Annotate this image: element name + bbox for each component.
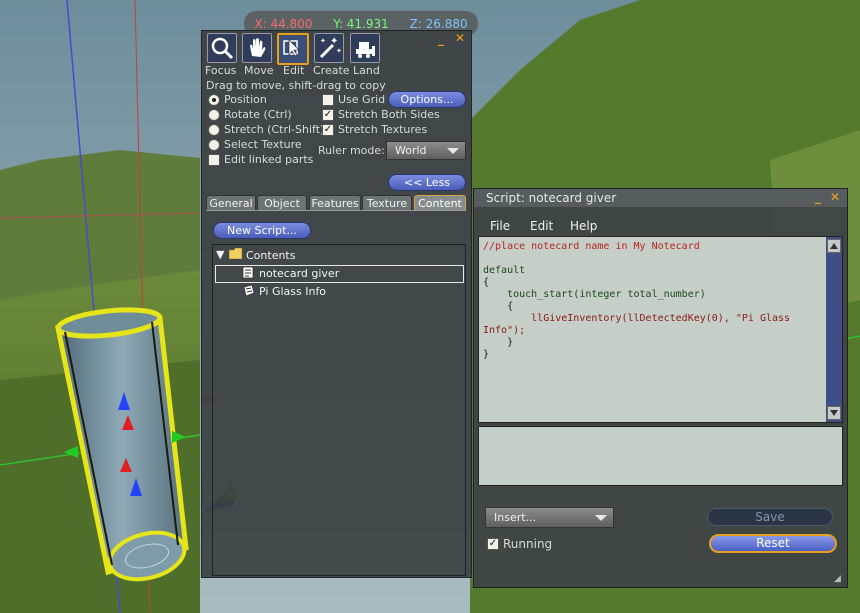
running-checkbox[interactable]: ✓	[487, 538, 499, 550]
edit-linked-checkbox[interactable]	[208, 154, 220, 166]
tab-texture[interactable]: Texture	[362, 195, 412, 211]
tool-move-button[interactable]	[242, 33, 272, 63]
notecard-icon	[242, 284, 255, 300]
script-icon	[242, 266, 255, 282]
stretch-both-checkbox[interactable]: ✓	[322, 109, 334, 121]
code-line-9: }	[483, 349, 490, 360]
ruler-mode-select[interactable]: World	[386, 141, 466, 160]
code-line-3: {	[483, 277, 490, 288]
tool-create-button[interactable]: ✦ ✦ ✦	[314, 33, 344, 63]
insert-select[interactable]: Insert...	[485, 507, 614, 528]
code-line-7: Info");	[483, 325, 526, 336]
magnifier-icon	[211, 37, 234, 60]
svg-text:✦: ✦	[320, 37, 326, 45]
stretch-textures-checkbox[interactable]: ✓	[322, 124, 334, 136]
script-error-output	[478, 426, 843, 486]
close-icon[interactable]: ✕	[455, 31, 465, 45]
code-line-8: }	[483, 337, 514, 348]
code-line-6: llGiveInventory(llDetectedKey(0), "Pi Gl…	[483, 313, 791, 324]
mode-rotate-radio[interactable]	[208, 109, 220, 121]
minimize-icon[interactable]: _	[815, 190, 821, 204]
mode-position-label: Position	[224, 93, 267, 106]
menu-file[interactable]: File	[490, 219, 510, 233]
ruler-mode-label: Ruler mode:	[318, 144, 385, 157]
tab-content[interactable]: Content	[414, 195, 466, 211]
tab-object[interactable]: Object	[257, 195, 307, 211]
coord-y: Y: 41.931	[333, 16, 389, 31]
chevron-down-icon	[447, 148, 459, 154]
options-button[interactable]: Options...	[388, 91, 466, 108]
tool-focus-label: Focus	[205, 64, 237, 77]
script-editor-window: Script: notecard giver _ ✕ File Edit Hel…	[473, 188, 848, 588]
bulldozer-icon	[356, 42, 375, 58]
svg-text:✦: ✦	[336, 47, 342, 55]
chevron-down-icon	[595, 515, 607, 521]
less-button[interactable]: << Less	[388, 174, 466, 191]
mode-stretch-radio[interactable]	[208, 124, 220, 136]
expand-triangle-icon[interactable]: ▼	[216, 248, 224, 261]
script-title-bar[interactable]: Script: notecard giver	[474, 189, 847, 207]
tool-edit-button[interactable]	[277, 33, 309, 65]
build-tools-panel: _ ✕ ✦ ✦ ✦ Focus Move Edit Create Land Dr…	[201, 30, 472, 578]
code-line-4: touch_start(integer total_number)	[483, 289, 706, 300]
script-title: Script: notecard giver	[486, 191, 617, 205]
insert-select-value: Insert...	[494, 511, 537, 524]
ruler-mode-value: World	[395, 144, 427, 157]
resize-grip-icon[interactable]: ◢	[834, 574, 841, 584]
hand-icon	[250, 38, 266, 57]
tool-move-label: Move	[244, 64, 274, 77]
tab-features[interactable]: Features	[309, 195, 361, 211]
script-code-editor[interactable]: //place notecard name in My Notecard def…	[478, 236, 843, 423]
mode-select-texture-radio[interactable]	[208, 139, 220, 151]
reset-button[interactable]: Reset	[709, 534, 837, 553]
magic-wand-icon: ✦ ✦ ✦	[319, 36, 342, 59]
tool-land-label: Land	[353, 64, 380, 77]
editor-scrollbar[interactable]	[826, 237, 842, 422]
scroll-down-icon[interactable]	[827, 406, 841, 420]
new-script-button[interactable]: New Script...	[213, 222, 311, 239]
tab-divider	[206, 210, 466, 211]
use-grid-label: Use Grid	[338, 93, 386, 106]
pointer-cube-icon	[283, 39, 300, 57]
stretch-textures-label: Stretch Textures	[338, 123, 428, 136]
mode-select-texture-label: Select Texture	[224, 138, 302, 151]
mode-stretch-label: Stretch (Ctrl-Shift)	[224, 123, 325, 136]
tree-item-notecard-giver[interactable]: notecard giver	[259, 267, 339, 280]
tree-item-pi-glass-info[interactable]: Pi Glass Info	[259, 285, 326, 298]
stretch-both-label: Stretch Both Sides	[338, 108, 440, 121]
folder-icon	[228, 247, 243, 262]
tool-edit-label: Edit	[283, 64, 305, 77]
menu-edit[interactable]: Edit	[530, 219, 553, 233]
running-label: Running	[503, 537, 553, 551]
tool-create-label: Create	[313, 64, 350, 77]
content-tree[interactable]: ▼ Contents notecard giver Pi Glass Info	[212, 244, 466, 576]
mode-rotate-label: Rotate (Ctrl)	[224, 108, 292, 121]
drag-hint: Drag to move, shift-drag to copy	[206, 79, 386, 92]
coord-x: X: 44.800	[254, 16, 313, 31]
menu-help[interactable]: Help	[570, 219, 597, 233]
tool-focus-button[interactable]	[207, 33, 237, 63]
use-grid-checkbox[interactable]	[322, 94, 334, 106]
tree-root-label: Contents	[246, 249, 296, 262]
code-line-2: default	[483, 265, 526, 276]
scroll-up-icon[interactable]	[827, 239, 841, 253]
tool-land-button[interactable]	[350, 33, 380, 63]
minimize-icon[interactable]: _	[438, 32, 444, 46]
coord-z: Z: 26.880	[409, 16, 468, 31]
mode-position-radio[interactable]	[208, 94, 220, 106]
svg-text:✦: ✦	[330, 36, 338, 47]
edit-linked-label: Edit linked parts	[224, 153, 314, 166]
close-icon[interactable]: ✕	[830, 190, 840, 204]
tab-general[interactable]: General	[206, 195, 256, 211]
code-line-1: //place notecard name in My Notecard	[483, 241, 700, 252]
save-button[interactable]: Save	[707, 508, 833, 526]
code-line-5: {	[483, 301, 514, 312]
